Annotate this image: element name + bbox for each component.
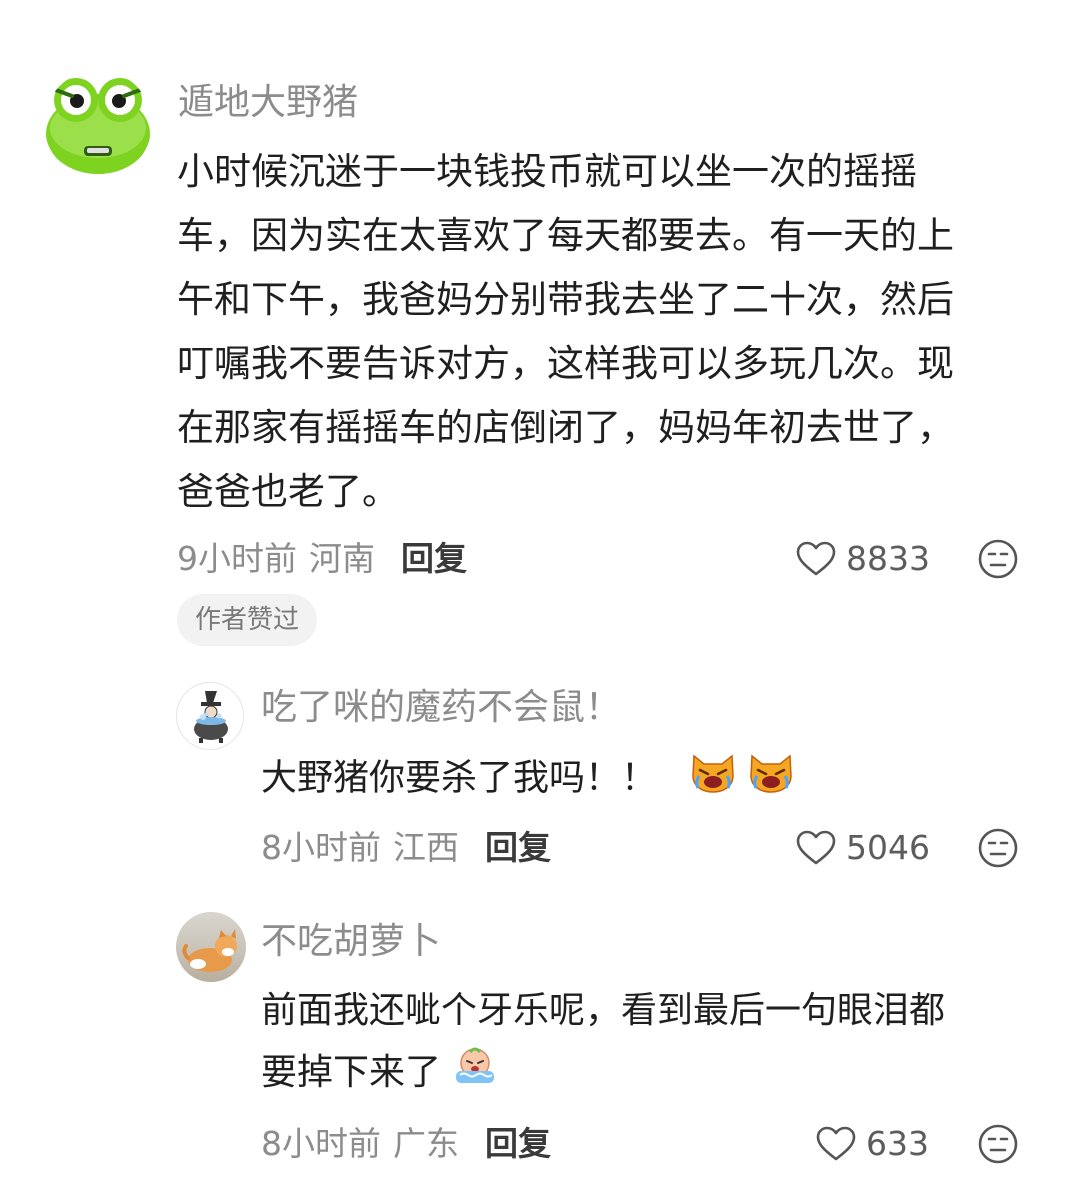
- reply-item: 不吃胡萝卜 前面我还呲个牙乐呢，看到最后一句眼泪都 要掉下来了 8小时前 广东 …: [0, 900, 1080, 1200]
- comment-section: 遁地大野猪 小时候沉迷于一块钱投币就可以坐一次的摇摇 车，因为实在太喜欢了每天都…: [0, 0, 1080, 1202]
- like-count: 8833: [846, 539, 930, 578]
- comment-line: 车，因为实在太喜欢了每天都要去。有一天的上: [177, 214, 954, 257]
- comment-line: 在那家有摇摇车的店倒闭了，妈妈年初去世了，: [177, 406, 954, 449]
- reply-button[interactable]: 回复: [485, 824, 551, 872]
- comment-meta: 8小时前 广东 回复: [261, 1120, 551, 1168]
- crying-cat-icon: [750, 754, 792, 793]
- username[interactable]: 不吃胡萝卜: [261, 916, 441, 968]
- witch-cauldron-avatar[interactable]: [176, 682, 244, 750]
- comment-line: 叮嘱我不要告诉对方，这样我可以多玩几次。现: [177, 342, 954, 385]
- reply-item: 吃了咪的魔药不会鼠！ 大野猪你要杀了我吗！！ 8小时前 江西 回复 5046: [0, 660, 1080, 890]
- comment-text: 前面我还呲个牙乐呢，看到最后一句眼泪都 要掉下来了: [261, 980, 945, 1105]
- crying-cat-emoji: [748, 750, 794, 809]
- timestamp: 8小时前: [261, 828, 381, 867]
- like-button[interactable]: 5046: [796, 824, 930, 872]
- timestamp: 8小时前: [261, 1124, 381, 1163]
- frog-icon: [46, 78, 150, 174]
- witch-icon: [194, 691, 228, 743]
- location: 河南: [309, 539, 375, 578]
- crying-cat-icon: [692, 754, 735, 793]
- like-count: 633: [866, 1124, 929, 1163]
- like-count: 5046: [846, 828, 930, 867]
- comment-line: 爸爸也老了。: [177, 470, 399, 513]
- reply-button[interactable]: 回复: [401, 535, 467, 583]
- cat-icon: [182, 929, 237, 972]
- comment-line-wrap: 要掉下来了: [261, 1042, 945, 1105]
- heart-icon: [796, 541, 836, 576]
- cat-photo-avatar[interactable]: [176, 912, 246, 982]
- comment-line: 要掉下来了: [261, 1052, 442, 1093]
- like-button[interactable]: 633: [816, 1120, 929, 1168]
- dislike-face-icon[interactable]: [977, 538, 1019, 580]
- comment-line: 前面我还呲个牙乐呢，看到最后一句眼泪都: [261, 990, 946, 1031]
- timestamp: 9小时前: [177, 539, 297, 578]
- dislike-face-icon[interactable]: [977, 827, 1019, 869]
- crying-face-emoji: [452, 1043, 498, 1105]
- crying-face-icon: [456, 1047, 495, 1083]
- comment-line: 大野猪你要杀了我吗！！: [261, 757, 658, 799]
- reply-button[interactable]: 回复: [485, 1120, 551, 1168]
- location: 广东: [393, 1124, 459, 1163]
- comment-text: 大野猪你要杀了我吗！！: [261, 750, 794, 809]
- comment-meta: 8小时前 江西 回复: [261, 824, 551, 872]
- green-frog-avatar[interactable]: [44, 70, 152, 178]
- username[interactable]: 吃了咪的魔药不会鼠！: [261, 682, 621, 734]
- comment-meta: 9小时前 河南 回复: [177, 535, 467, 583]
- comment-line: 小时候沉迷于一块钱投币就可以坐一次的摇摇: [177, 150, 917, 193]
- comment-item: 遁地大野猪 小时候沉迷于一块钱投币就可以坐一次的摇摇 车，因为实在太喜欢了每天都…: [0, 0, 1080, 650]
- heart-icon: [796, 830, 836, 865]
- username[interactable]: 遁地大野猪: [178, 78, 358, 128]
- like-button[interactable]: 8833: [796, 535, 930, 583]
- dislike-face-icon[interactable]: [977, 1123, 1019, 1165]
- author-liked-badge: 作者赞过: [177, 594, 318, 646]
- crying-cat-emoji: [690, 750, 736, 809]
- comment-text: 小时候沉迷于一块钱投币就可以坐一次的摇摇 车，因为实在太喜欢了每天都要去。有一天…: [177, 140, 954, 524]
- comment-line: 午和下午，我爸妈分别带我去坐了二十次，然后: [177, 278, 954, 321]
- location: 江西: [393, 828, 459, 867]
- heart-icon: [816, 1126, 856, 1161]
